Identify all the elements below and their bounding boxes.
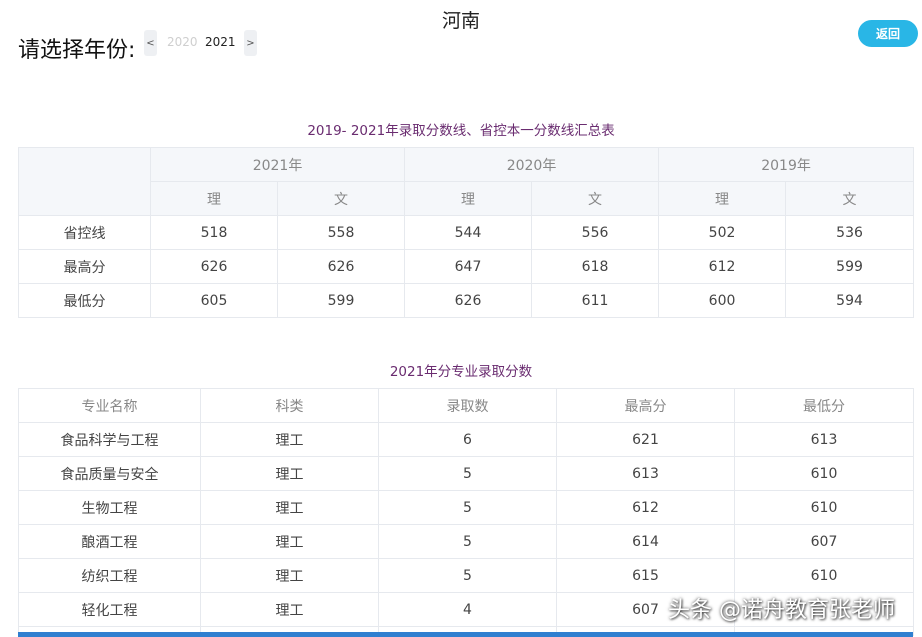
summary-table-caption: 2019- 2021年录取分数线、省控本一分数线汇总表 [307, 123, 615, 139]
summary-row: 最低分 605 599 626 611 600 594 [18, 283, 915, 318]
major-row: 生物工程 理工 5 612 610 [18, 490, 914, 525]
major-count: 5 [378, 490, 557, 525]
major-category: 理工 [200, 524, 379, 559]
major-category: 理工 [200, 592, 379, 627]
major-table-caption: 2021年分专业录取分数 [389, 364, 533, 380]
major-min: 610 [734, 456, 914, 491]
major-max: 621 [556, 422, 735, 457]
summary-year-header: 2020年 [404, 147, 660, 182]
major-header-min: 最低分 [734, 388, 914, 423]
summary-cell: 626 [150, 249, 278, 284]
summary-year-header-row: 2021年 2020年 2019年 [18, 147, 915, 216]
major-min: 610 [734, 490, 914, 525]
summary-cell: 556 [531, 215, 660, 250]
summary-cell: 518 [150, 215, 278, 250]
major-row: 食品科学与工程 理工 6 621 613 [18, 422, 914, 457]
summary-subject-header-row: 理 文 理 文 理 文 [19, 181, 915, 216]
watermark: 头条 @诺舟教育张老师 [668, 598, 895, 623]
major-count: 5 [378, 558, 557, 593]
major-name: 纺织工程 [18, 558, 201, 593]
summary-cell: 647 [404, 249, 533, 284]
summary-cell: 599 [276, 283, 406, 318]
summary-subject-header: 文 [785, 181, 915, 216]
major-category: 理工 [200, 490, 379, 525]
major-max: 614 [556, 524, 735, 559]
summary-year-header: 2021年 [149, 147, 406, 182]
major-count: 6 [378, 422, 557, 457]
major-header-name: 专业名称 [18, 388, 201, 423]
major-category: 理工 [200, 456, 379, 491]
summary-cell: 626 [276, 249, 406, 284]
year-next-button[interactable]: > [244, 30, 257, 56]
summary-cell: 599 [785, 249, 915, 284]
major-min: 613 [734, 422, 914, 457]
major-name: 生物工程 [18, 490, 201, 525]
summary-subject-header: 文 [531, 181, 660, 216]
summary-table: 2021年 2020年 2019年 理 文 理 文 理 文 省控线 518 55… [18, 147, 915, 318]
summary-cell: 612 [658, 249, 787, 284]
year-select-label: 请选择年份: [18, 38, 136, 63]
bottom-scroll-bar [18, 632, 913, 637]
major-header-category: 科类 [200, 388, 379, 423]
summary-cell: 594 [785, 283, 915, 318]
summary-cell: 611 [531, 283, 660, 318]
summary-row-label: 最低分 [18, 283, 151, 318]
major-header-row: 专业名称 科类 录取数 最高分 最低分 [18, 388, 914, 423]
major-name: 轻化工程 [18, 592, 201, 627]
major-header-max: 最高分 [556, 388, 735, 423]
major-category: 理工 [200, 558, 379, 593]
major-row: 食品质量与安全 理工 5 613 610 [18, 456, 914, 491]
summary-cell: 626 [404, 283, 533, 318]
major-max: 612 [556, 490, 735, 525]
summary-subject-header: 理 [658, 181, 787, 216]
summary-cell: 502 [658, 215, 787, 250]
summary-subject-header: 理 [150, 181, 278, 216]
summary-cell: 618 [531, 249, 660, 284]
summary-row-label: 省控线 [18, 215, 151, 250]
summary-subject-header: 文 [276, 181, 406, 216]
back-button[interactable]: 返回 [858, 20, 918, 47]
summary-row: 省控线 518 558 544 556 502 536 [18, 215, 915, 250]
major-name: 食品科学与工程 [18, 422, 201, 457]
major-min: 610 [734, 558, 914, 593]
summary-year-header: 2019年 [658, 147, 915, 182]
major-header-count: 录取数 [378, 388, 557, 423]
summary-cell: 558 [276, 215, 406, 250]
summary-row-label: 最高分 [18, 249, 151, 284]
summary-cell: 536 [785, 215, 915, 250]
major-category: 理工 [200, 422, 379, 457]
summary-row: 最高分 626 626 647 618 612 599 [18, 249, 915, 284]
summary-cell: 605 [150, 283, 278, 318]
major-min: 607 [734, 524, 914, 559]
province-title: 河南 [441, 10, 480, 32]
major-count: 5 [378, 524, 557, 559]
year-option-2021[interactable]: 2021 [205, 35, 236, 49]
major-count: 5 [378, 456, 557, 491]
major-count: 4 [378, 592, 557, 627]
major-max: 613 [556, 456, 735, 491]
major-name: 食品质量与安全 [18, 456, 201, 491]
major-name: 酿酒工程 [18, 524, 201, 559]
major-row: 纺织工程 理工 5 615 610 [18, 558, 914, 593]
major-row: 酿酒工程 理工 5 614 607 [18, 524, 914, 559]
summary-cell: 600 [658, 283, 787, 318]
major-max: 615 [556, 558, 735, 593]
summary-subject-header: 理 [404, 181, 533, 216]
summary-cell: 544 [404, 215, 533, 250]
summary-corner-cell [18, 147, 151, 216]
year-prev-button[interactable]: < [144, 30, 157, 56]
year-option-2020[interactable]: 2020 [167, 35, 198, 49]
